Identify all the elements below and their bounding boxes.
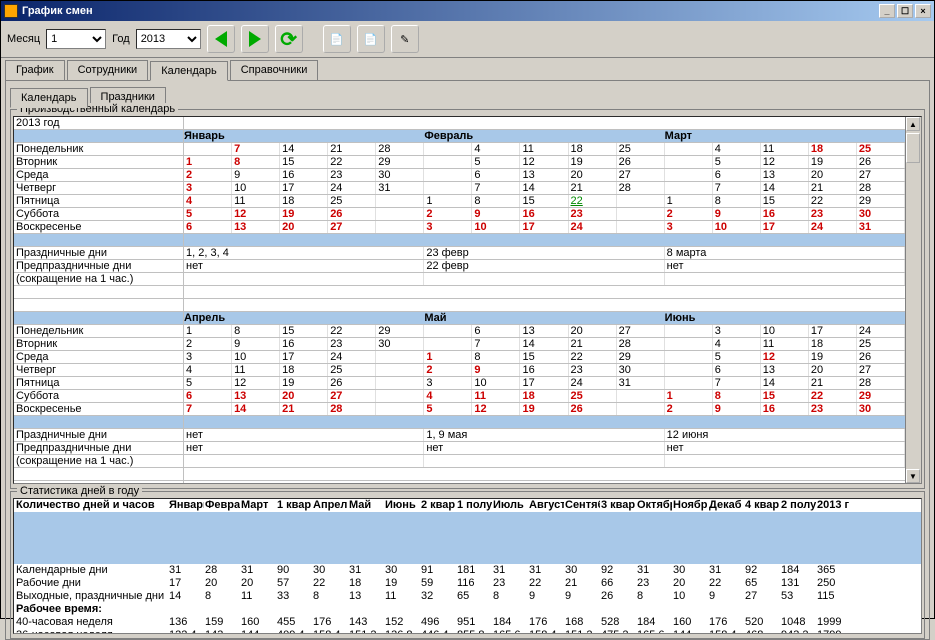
arrow-left-icon (215, 31, 227, 47)
month-header-row: ЯнварьФевральМарт (14, 130, 905, 143)
day-row: Понедельник714212841118254111825 (14, 143, 905, 156)
scroll-thumb[interactable] (906, 133, 920, 163)
day-row: Четверг31017243171421287142128 (14, 182, 905, 195)
stats-legend: Статистика дней в году (17, 485, 142, 497)
stats-row: Календарные дни3128319030313091181313130… (14, 564, 921, 577)
titlebar: График смен _ ☐ × (1, 1, 934, 21)
year-label: Год (112, 33, 130, 45)
tab-Сотрудники[interactable]: Сотрудники (67, 60, 149, 80)
next-button[interactable] (241, 25, 269, 53)
extra-row: (сокращение на 1 час.) (14, 455, 905, 468)
stats-blue-gap (14, 512, 921, 564)
empty-row (14, 286, 905, 299)
year-row: 2013 год (14, 117, 905, 130)
stats-row: 36-часовая неделя122,4143144409,4158,415… (14, 629, 921, 634)
close-button[interactable]: × (915, 4, 931, 18)
day-row: Воскресенье7142128512192629162330 (14, 403, 905, 416)
tab-График[interactable]: График (5, 60, 65, 80)
stats-group: Статистика дней в году Количество дней и… (10, 491, 925, 639)
extra-row: Предпраздничные днинет22 феврнет (14, 260, 905, 273)
tool-button-1[interactable]: 📄 (323, 25, 351, 53)
empty-row (14, 468, 905, 481)
month-header-row: АпрельМайИюнь (14, 312, 905, 325)
day-row: Суббота6132027411182518152229 (14, 390, 905, 403)
month-label: Месяц (7, 33, 40, 45)
doc-arrow-icon: 📄 (364, 33, 378, 46)
extra-row: Праздничные днинет1, 9 мая12 июня (14, 429, 905, 442)
arrow-right-icon (249, 31, 261, 47)
scroll-down-button[interactable]: ▼ (906, 469, 920, 483)
extra-row: Праздничные дни1, 2, 3, 423 февр8 марта (14, 247, 905, 260)
day-row: Суббота512192629162329162330 (14, 208, 905, 221)
refresh-icon: ⟳ (280, 27, 297, 52)
calendar-group: Производственный календарь 2013 годЯнвар… (10, 109, 925, 489)
prev-button[interactable] (207, 25, 235, 53)
day-row: Четверг4111825291623306132027 (14, 364, 905, 377)
month-select[interactable]: 1 (46, 29, 106, 49)
stats-row: Выходные, праздничные дни148113381311326… (14, 590, 921, 603)
empty-row (14, 299, 905, 312)
scroll-up-button[interactable]: ▲ (906, 117, 920, 131)
extra-row: Предпраздничные днинетнетнет (14, 442, 905, 455)
tab-Справочники[interactable]: Справочники (230, 60, 319, 80)
pencil-icon: ✎ (400, 33, 409, 46)
tabs-main: ГрафикСотрудникиКалендарьСправочники (1, 60, 934, 80)
stats-row: Количество дней и часовЯнварьФевраМарт1 … (14, 499, 921, 512)
day-row: Пятница51219263101724317142128 (14, 377, 905, 390)
stats-row: 40-часовая неделя13615916045517614315249… (14, 616, 921, 629)
stats-row: Рабочее время: (14, 603, 921, 616)
stats-row: Рабочие дни17202057221819591162322216623… (14, 577, 921, 590)
scrollbar-vert[interactable]: ▲ ▼ (905, 117, 921, 483)
app-icon (4, 4, 18, 18)
maximize-button[interactable]: ☐ (897, 4, 913, 18)
stats-grid[interactable]: Количество дней и часовЯнварьФевраМарт1 … (14, 499, 921, 634)
year-select[interactable]: 2013 (136, 29, 201, 49)
doc-icon: 📄 (330, 33, 344, 46)
minimize-button[interactable]: _ (879, 4, 895, 18)
day-row: Понедельник1815222961320273101724 (14, 325, 905, 338)
window-title: График смен (22, 5, 93, 17)
day-row: Вторник2916233071421284111825 (14, 338, 905, 351)
day-row: Среда2916233061320276132027 (14, 169, 905, 182)
refresh-button[interactable]: ⟳ (275, 25, 303, 53)
tab-Календарь[interactable]: Календарь (10, 88, 88, 108)
tool-button-2[interactable]: 📄 (357, 25, 385, 53)
tab-Календарь[interactable]: Календарь (150, 61, 228, 81)
day-row: Воскресенье61320273101724310172431 (14, 221, 905, 234)
toolbar: Месяц 1 Год 2013 ⟳ 📄 📄 ✎ (1, 21, 934, 58)
day-row: Пятница411182518152218152229 (14, 195, 905, 208)
day-row: Среда3101724181522295121926 (14, 351, 905, 364)
calendar-grid[interactable]: 2013 годЯнварьФевральМартПонедельник7142… (14, 117, 905, 484)
tool-button-3[interactable]: ✎ (391, 25, 419, 53)
extra-row: (сокращение на 1 час.) (14, 273, 905, 286)
spacer-row (14, 416, 905, 429)
spacer-row (14, 234, 905, 247)
day-row: Вторник1815222951219265121926 (14, 156, 905, 169)
empty-row (14, 481, 905, 484)
